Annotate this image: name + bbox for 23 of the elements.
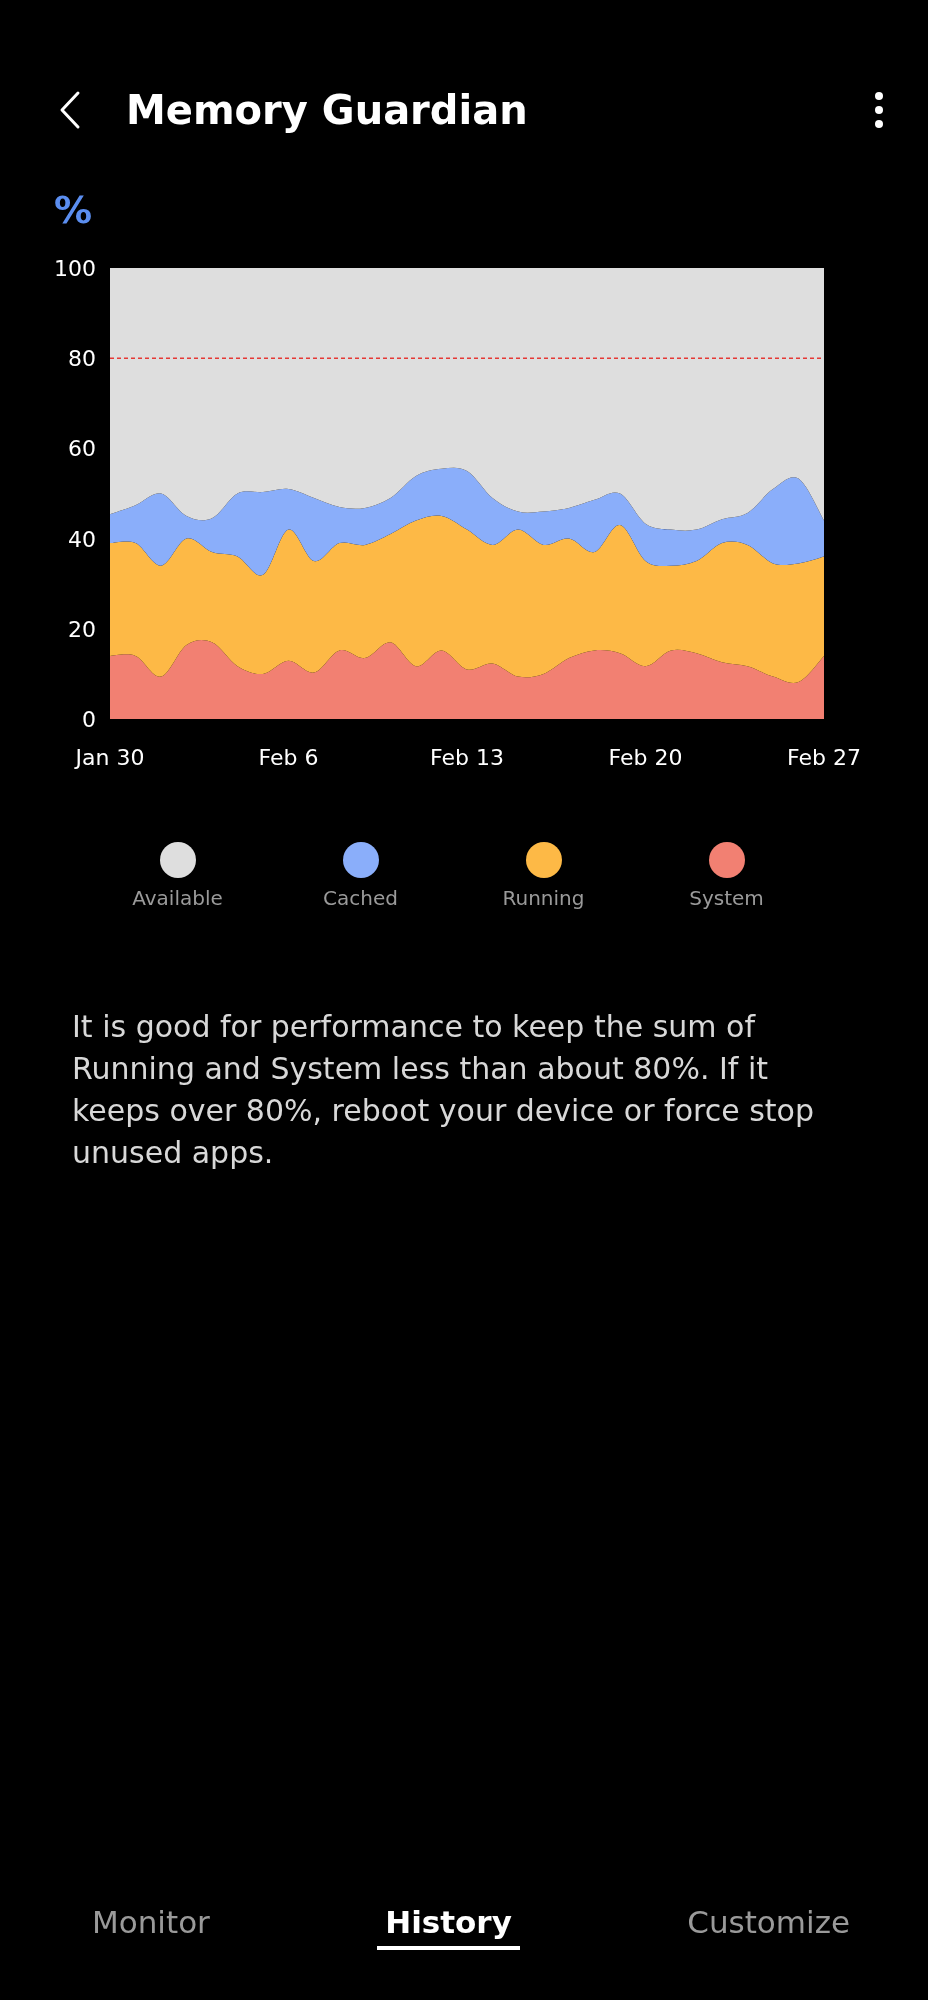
legend-label: Available (132, 886, 223, 910)
tab[interactable]: Monitor (84, 1900, 218, 1950)
y-tick-label: 0 (82, 707, 96, 732)
unit-label: % (54, 188, 93, 232)
legend-label: Running (502, 886, 585, 910)
info-text: It is good for performance to keep the sum of Running and System less than about 80%. If it keeps over 80%, reboot your device or force stop unused apps. (72, 1008, 815, 1172)
more-options-icon[interactable] (874, 90, 884, 130)
back-icon[interactable] (58, 90, 82, 130)
x-tick-label: Feb 6 (258, 745, 319, 770)
x-tick-label: Feb 13 (430, 745, 504, 770)
y-tick-label: 60 (68, 436, 96, 462)
y-tick-label: 100 (54, 256, 96, 281)
x-tick-label: Feb 20 (608, 745, 683, 770)
y-tick-label: 20 (68, 616, 96, 642)
y-tick-label: 40 (68, 526, 96, 552)
y-tick-label: 80 (68, 346, 96, 372)
x-tick-label: Jan 30 (75, 745, 145, 770)
page-title: Memory Guardian (126, 87, 529, 133)
tab[interactable]: History (377, 1900, 520, 1950)
legend-label: Cached (323, 886, 398, 910)
tab[interactable]: Customize (679, 1900, 858, 1950)
legend-label: System (689, 886, 764, 910)
x-tick-label: Feb 27 (787, 745, 861, 770)
